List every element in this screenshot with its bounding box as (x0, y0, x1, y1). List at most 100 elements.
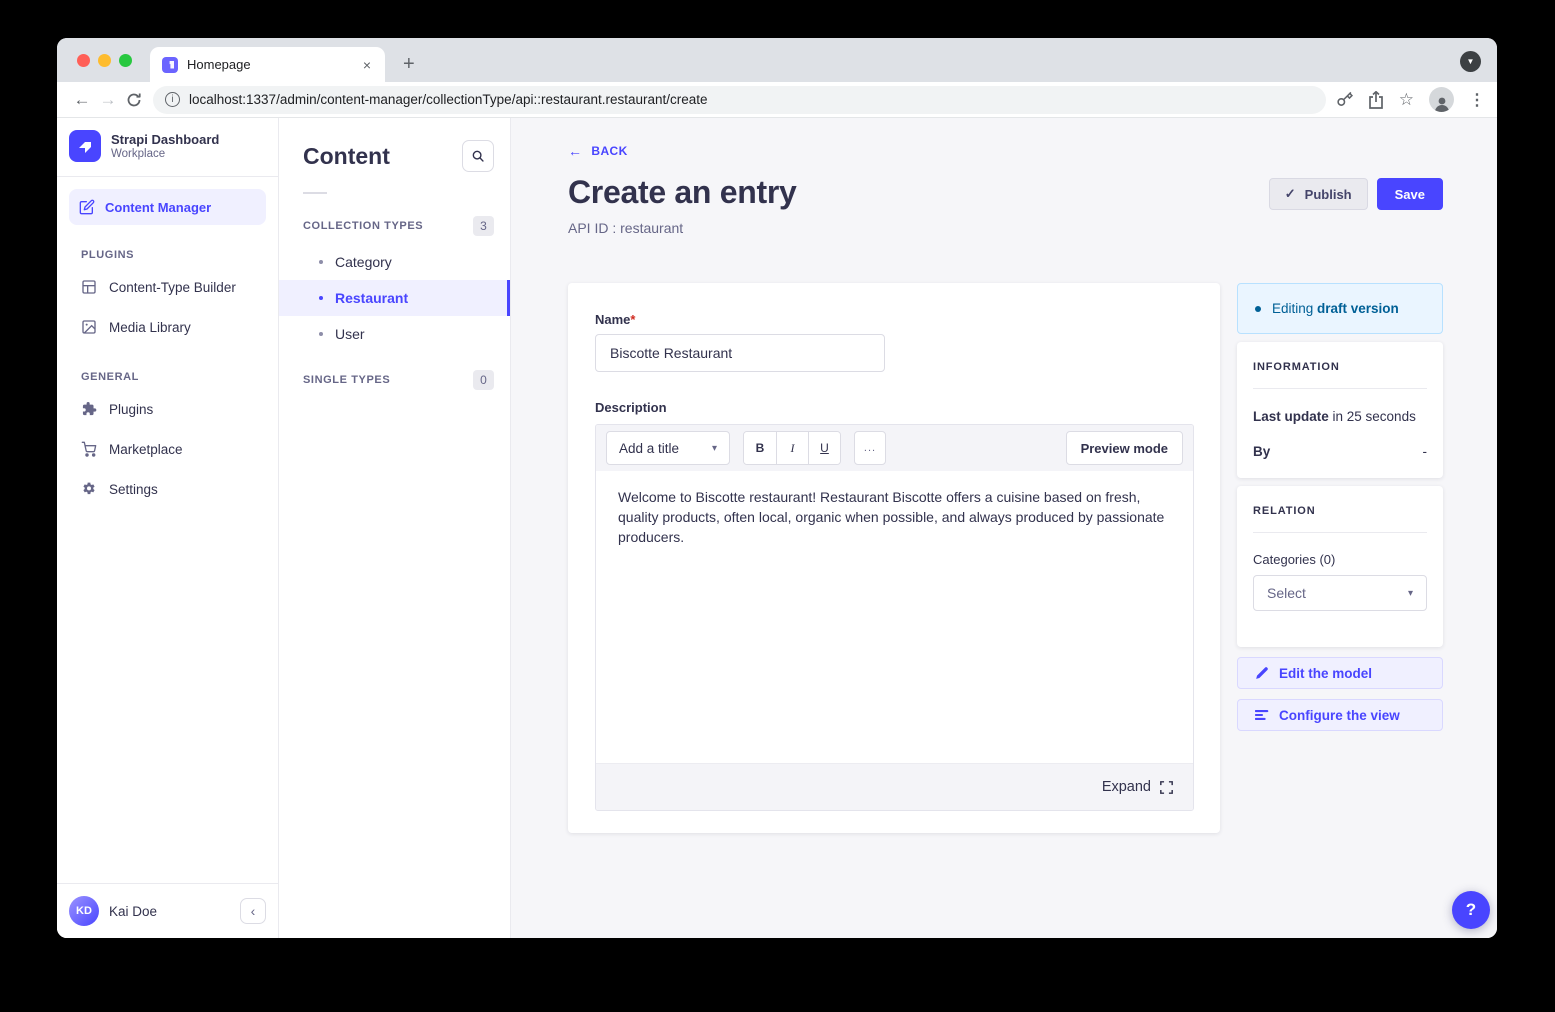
new-tab-button[interactable]: + (403, 53, 415, 76)
content-subnav: Content COLLECTION TYPES 3 Category Rest… (279, 118, 511, 938)
single-types-header: SINGLE TYPES (303, 374, 390, 386)
collection-types-header: COLLECTION TYPES (303, 220, 423, 232)
image-icon (81, 319, 97, 335)
relation-title: RELATION (1253, 505, 1427, 517)
categories-label: Categories (0) (1253, 552, 1427, 567)
url-text: localhost:1337/admin/content-manager/col… (189, 92, 708, 107)
relation-panel: RELATION Categories (0) Select ▾ (1237, 486, 1443, 647)
collection-types-count-badge: 3 (473, 216, 494, 236)
sidebar-item-plugins[interactable]: Plugins (57, 389, 278, 429)
address-bar[interactable]: i localhost:1337/admin/content-manager/c… (153, 86, 1326, 114)
edit-model-button[interactable]: Edit the model (1237, 657, 1443, 689)
page-title: Create an entry (568, 174, 797, 211)
information-title: INFORMATION (1253, 361, 1427, 373)
tab-strip: Homepage × + ▼ (57, 38, 1497, 82)
strapi-favicon-icon (162, 57, 178, 73)
italic-button[interactable]: I (776, 432, 808, 464)
browser-profile-button[interactable]: ▼ (1460, 51, 1481, 72)
expand-icon (1160, 781, 1173, 794)
bold-button[interactable]: B (744, 432, 776, 464)
chevron-down-icon: ▾ (1408, 588, 1413, 599)
status-dot-icon (1255, 306, 1261, 312)
minimize-window-button[interactable] (98, 54, 111, 67)
browser-window: Homepage × + ▼ ← → i localhost:1337/admi… (57, 38, 1497, 938)
description-textarea[interactable]: Welcome to Biscotte restaurant! Restaura… (596, 471, 1193, 763)
collection-type-label: User (335, 326, 365, 342)
draft-status-text: Editing draft version (1272, 301, 1399, 316)
save-label: Save (1395, 187, 1425, 202)
sidebar-item-settings[interactable]: Settings (57, 469, 278, 509)
subnav-divider (303, 192, 327, 194)
collection-type-category[interactable]: Category (279, 244, 510, 280)
publish-button[interactable]: ✓ Publish (1269, 178, 1368, 210)
search-button[interactable] (462, 140, 494, 172)
more-options-button[interactable]: ... (854, 431, 886, 465)
format-button-group: B I U (743, 431, 841, 465)
preview-mode-button[interactable]: Preview mode (1066, 431, 1183, 465)
required-asterisk: * (630, 312, 635, 327)
site-info-icon[interactable]: i (165, 92, 180, 107)
bullet-icon (319, 260, 323, 264)
forward-icon[interactable]: → (95, 90, 121, 110)
rich-text-editor: Add a title ▾ B I U ... Preview mode (595, 424, 1194, 811)
browser-menu-icon[interactable]: ⋮ (1469, 90, 1485, 110)
title-style-label: Add a title (619, 441, 679, 456)
collapse-sidebar-button[interactable]: ‹ (240, 898, 266, 924)
help-button[interactable]: ? (1452, 891, 1490, 929)
workspace-header[interactable]: Strapi Dashboard Workplace (57, 118, 278, 176)
bullet-icon (319, 296, 323, 300)
workspace-subtitle: Workplace (111, 148, 219, 160)
title-style-dropdown[interactable]: Add a title ▾ (606, 431, 730, 465)
main-sidebar: Strapi Dashboard Workplace Content Manag… (57, 118, 279, 938)
collection-type-label: Category (335, 254, 392, 270)
editor-footer: Expand (596, 763, 1193, 810)
configure-view-button[interactable]: Configure the view (1237, 699, 1443, 731)
expand-editor-button[interactable]: Expand (1102, 779, 1173, 795)
configure-lines-icon (1255, 708, 1269, 722)
sidebar-item-marketplace[interactable]: Marketplace (57, 429, 278, 469)
save-button[interactable]: Save (1377, 178, 1443, 210)
avatar[interactable]: KD (69, 896, 99, 926)
sidebar-item-label: Marketplace (109, 442, 183, 457)
strapi-app: Strapi Dashboard Workplace Content Manag… (57, 118, 1497, 938)
sidebar-item-media-library[interactable]: Media Library (57, 307, 278, 347)
close-tab-icon[interactable]: × (361, 57, 373, 73)
check-icon: ✓ (1285, 186, 1296, 202)
gear-icon (81, 481, 97, 497)
close-window-button[interactable] (77, 54, 90, 67)
sidebar-item-label: Content-Type Builder (109, 280, 236, 295)
share-icon[interactable] (1368, 91, 1384, 109)
password-key-icon[interactable] (1336, 91, 1353, 108)
draft-status-banner: Editing draft version (1237, 283, 1443, 334)
entry-form-card: Name* Description Add a title ▾ B (568, 283, 1220, 833)
configure-view-label: Configure the view (1279, 708, 1400, 723)
refresh-icon[interactable] (121, 92, 147, 108)
zoom-window-button[interactable] (119, 54, 132, 67)
underline-button[interactable]: U (808, 432, 840, 464)
browser-actions: ☆ ⋮ (1336, 87, 1485, 112)
puzzle-icon (81, 401, 97, 417)
categories-select[interactable]: Select ▾ (1253, 575, 1427, 611)
collection-type-restaurant[interactable]: Restaurant (279, 280, 510, 316)
sidebar-item-content-manager[interactable]: Content Manager (69, 189, 266, 225)
sidebar-item-content-type-builder[interactable]: Content-Type Builder (57, 267, 278, 307)
editor-toolbar: Add a title ▾ B I U ... Preview mode (596, 425, 1193, 471)
chevron-down-icon: ▾ (712, 443, 717, 454)
content-manager-icon (79, 199, 95, 215)
expand-label: Expand (1102, 779, 1151, 795)
back-link[interactable]: ← BACK (568, 143, 628, 159)
name-input[interactable] (595, 334, 885, 372)
collection-type-label: Restaurant (335, 290, 408, 306)
pencil-icon (1255, 666, 1269, 680)
back-icon[interactable]: ← (69, 90, 95, 110)
browser-tab[interactable]: Homepage × (150, 47, 385, 82)
strapi-logo-icon (69, 130, 101, 162)
bookmark-star-icon[interactable]: ☆ (1399, 90, 1414, 110)
collection-type-user[interactable]: User (279, 316, 510, 352)
sidebar-section-plugins: PLUGINS (57, 225, 278, 267)
information-panel: INFORMATION Last update in 25 seconds By… (1237, 342, 1443, 478)
sidebar-divider (57, 176, 278, 177)
search-icon (471, 149, 485, 163)
browser-avatar[interactable] (1429, 87, 1454, 112)
entry-aside: Editing draft version INFORMATION Last u… (1237, 283, 1443, 731)
